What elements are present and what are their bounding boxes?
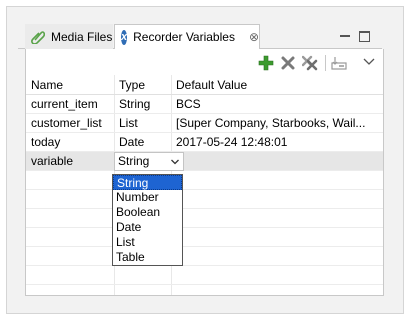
cell-name: variable <box>31 154 74 168</box>
table-row[interactable]: customer_list List [Super Company, Starb… <box>26 114 383 133</box>
cell-name: current_item <box>31 97 98 111</box>
tab-recorder-variables[interactable]: x Recorder Variables ⊗ <box>114 24 260 50</box>
delete-icon[interactable] <box>280 55 296 71</box>
table-row[interactable]: today Date 2017-05-24 12:48:01 <box>26 133 383 152</box>
x-logo-icon: x <box>121 29 128 45</box>
cell-type: String <box>119 97 151 111</box>
view-menu-icon[interactable] <box>361 53 377 69</box>
variables-table: Name Type Default Value current_item Str… <box>26 75 383 295</box>
empty-row <box>26 247 383 266</box>
cell-default-value: 2017-05-24 12:48:01 <box>176 135 288 149</box>
cell-default-value: BCS <box>176 97 201 111</box>
minimize-icon[interactable] <box>338 29 352 43</box>
header-type[interactable]: Type <box>114 75 171 95</box>
plus-icon[interactable] <box>258 55 274 71</box>
header-name[interactable]: Name <box>26 75 114 95</box>
recorder-variables-panel: Name Type Default Value current_item Str… <box>25 49 384 296</box>
header-default-value[interactable]: Default Value <box>171 75 383 95</box>
empty-row <box>26 190 383 209</box>
type-dropdown-list: String Number Boolean Date List Table <box>112 174 183 266</box>
toolbar-separator <box>325 55 326 71</box>
cell-type: List <box>119 116 138 130</box>
dropdown-option-date[interactable]: Date <box>113 220 182 235</box>
empty-row <box>26 171 383 190</box>
tab-media-files-label: Media Files <box>51 29 113 44</box>
import-icon[interactable] <box>331 55 347 71</box>
table-row[interactable]: current_item String BCS <box>26 95 383 114</box>
empty-row <box>26 209 383 228</box>
maximize-icon[interactable] <box>359 31 370 42</box>
empty-row <box>26 228 383 247</box>
tab-bar: Media Files x Recorder Variables ⊗ <box>18 24 382 50</box>
dropdown-option-string[interactable]: String <box>113 175 182 190</box>
table-row-selected[interactable]: variable String <box>26 152 383 171</box>
cell-name: customer_list <box>31 116 102 130</box>
tab-recorder-variables-label: Recorder Variables <box>133 30 235 44</box>
close-tab-icon[interactable]: ⊗ <box>249 30 259 44</box>
empty-row <box>26 266 383 285</box>
paperclip-icon <box>31 30 45 44</box>
dropdown-option-table[interactable]: Table <box>113 250 182 265</box>
tab-media-files[interactable]: Media Files <box>25 24 113 49</box>
panel-toolbar <box>26 49 383 75</box>
dropdown-option-list[interactable]: List <box>113 235 182 250</box>
dropdown-option-number[interactable]: Number <box>113 190 182 205</box>
cell-type: Date <box>119 135 145 149</box>
cell-default-value[interactable] <box>171 152 383 171</box>
cell-default-value: [Super Company, Starbooks, Wail... <box>176 116 366 130</box>
delete-all-icon[interactable] <box>302 55 318 71</box>
dropdown-option-boolean[interactable]: Boolean <box>113 205 182 220</box>
table-header: Name Type Default Value <box>26 75 383 95</box>
type-combo-value: String <box>118 154 150 168</box>
cell-name: today <box>31 135 61 149</box>
